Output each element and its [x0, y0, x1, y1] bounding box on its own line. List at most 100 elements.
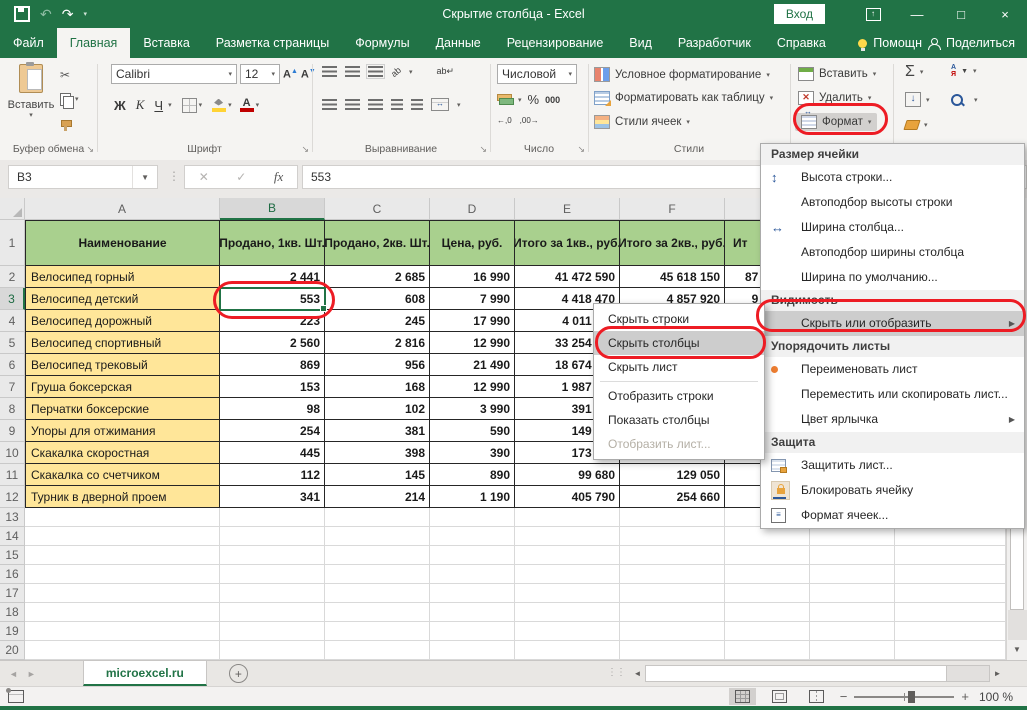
- column-header-E[interactable]: E: [515, 198, 620, 220]
- tab-разметка-страницы[interactable]: Разметка страницы: [203, 28, 342, 58]
- align-right-icon[interactable]: [368, 99, 383, 110]
- grow-font-icon[interactable]: A▲: [283, 68, 298, 81]
- orientation-icon[interactable]: ab: [389, 64, 403, 78]
- cell-A1[interactable]: Наименование: [25, 220, 220, 266]
- increase-decimal-icon[interactable]: ←,0: [497, 116, 512, 125]
- sheet-prev-icon[interactable]: ◄: [0, 669, 27, 679]
- cell-D9[interactable]: 590: [430, 420, 515, 442]
- cell-D12[interactable]: 1 190: [430, 486, 515, 508]
- cancel-icon[interactable]: ✕: [199, 170, 209, 184]
- cell-G18[interactable]: [725, 603, 810, 622]
- maximize-icon[interactable]: □: [939, 0, 983, 28]
- number-dialog-launcher-icon[interactable]: ↘: [577, 144, 585, 155]
- cell-A2[interactable]: Велосипед горный: [25, 266, 220, 288]
- close-icon[interactable]: ×: [983, 0, 1027, 28]
- conditional-formatting-button[interactable]: Условное форматирование▾: [594, 67, 770, 82]
- column-header-F[interactable]: F: [620, 198, 725, 220]
- cell-F19[interactable]: [620, 622, 725, 641]
- cell-H20[interactable]: [810, 641, 895, 660]
- decrease-indent-icon[interactable]: [391, 99, 403, 110]
- cell-B16[interactable]: [220, 565, 325, 584]
- comma-style-icon[interactable]: 000: [545, 95, 560, 105]
- qat-customize-icon[interactable]: ▾: [83, 10, 87, 18]
- cell-E16[interactable]: [515, 565, 620, 584]
- cell-A4[interactable]: Велосипед дорожный: [25, 310, 220, 332]
- row-header-13[interactable]: 13: [0, 508, 25, 527]
- underline-caret-icon[interactable]: ▾: [168, 101, 172, 109]
- cell-A5[interactable]: Велосипед спортивный: [25, 332, 220, 354]
- cell-C15[interactable]: [325, 546, 430, 565]
- tab-формулы[interactable]: Формулы: [342, 28, 422, 58]
- cell-D2[interactable]: 16 990: [430, 266, 515, 288]
- percent-style-icon[interactable]: %: [528, 92, 540, 107]
- cell-F20[interactable]: [620, 641, 725, 660]
- row-header-15[interactable]: 15: [0, 546, 25, 565]
- zoom-slider[interactable]: [854, 696, 954, 698]
- format-menu-item[interactable]: Формат ячеек...≡: [761, 503, 1024, 528]
- row-header-16[interactable]: 16: [0, 565, 25, 584]
- cell-B4[interactable]: 223: [220, 310, 325, 332]
- row-header-14[interactable]: 14: [0, 527, 25, 546]
- cell-B11[interactable]: 112: [220, 464, 325, 486]
- cell-H15[interactable]: [810, 546, 895, 565]
- submenu-item[interactable]: Скрыть лист: [594, 355, 764, 379]
- cell-H16[interactable]: [810, 565, 895, 584]
- assistant-label[interactable]: Помощн: [873, 36, 922, 50]
- cell-F1[interactable]: Итого за 2кв., руб.: [620, 220, 725, 266]
- italic-button[interactable]: К: [131, 96, 150, 114]
- cell-B12[interactable]: 341: [220, 486, 325, 508]
- cell-D14[interactable]: [430, 527, 515, 546]
- cell-I18[interactable]: [895, 603, 1006, 622]
- row-header-18[interactable]: 18: [0, 603, 25, 622]
- cell-B5[interactable]: 2 560: [220, 332, 325, 354]
- row-header-8[interactable]: 8: [0, 398, 25, 420]
- copy-icon[interactable]: ▾: [60, 88, 90, 110]
- cell-B20[interactable]: [220, 641, 325, 660]
- align-center-icon[interactable]: [345, 99, 360, 110]
- row-header-3[interactable]: 3: [0, 288, 25, 310]
- cell-D1[interactable]: Цена, руб.: [430, 220, 515, 266]
- cell-C12[interactable]: 214: [325, 486, 430, 508]
- cell-H17[interactable]: [810, 584, 895, 603]
- cell-C18[interactable]: [325, 603, 430, 622]
- clear-button[interactable]: ▾: [905, 120, 928, 130]
- cut-icon[interactable]: ✂: [60, 64, 90, 86]
- cell-F2[interactable]: 45 618 150: [620, 266, 725, 288]
- cell-D3[interactable]: 7 990: [430, 288, 515, 310]
- cell-G15[interactable]: [725, 546, 810, 565]
- cell-G20[interactable]: [725, 641, 810, 660]
- cell-E1[interactable]: Итого за 1кв., руб.: [515, 220, 620, 266]
- row-header-19[interactable]: 19: [0, 622, 25, 641]
- cell-C1[interactable]: Продано, 2кв. Шт.: [325, 220, 430, 266]
- cell-I16[interactable]: [895, 565, 1006, 584]
- cell-B6[interactable]: 869: [220, 354, 325, 376]
- underline-button[interactable]: Ч: [149, 97, 168, 114]
- cell-C8[interactable]: 102: [325, 398, 430, 420]
- cell-D11[interactable]: 890: [430, 464, 515, 486]
- cell-D16[interactable]: [430, 565, 515, 584]
- format-menu-item[interactable]: Переименовать лист: [761, 357, 1024, 382]
- cell-C7[interactable]: 168: [325, 376, 430, 398]
- row-header-9[interactable]: 9: [0, 420, 25, 442]
- format-menu-item[interactable]: Автоподбор ширины столбца: [761, 240, 1024, 265]
- merge-center-icon[interactable]: ↔: [431, 98, 449, 111]
- cell-C19[interactable]: [325, 622, 430, 641]
- cell-C3[interactable]: 608: [325, 288, 430, 310]
- cell-D20[interactable]: [430, 641, 515, 660]
- column-header-B[interactable]: B: [220, 198, 325, 220]
- cell-A20[interactable]: [25, 641, 220, 660]
- page-layout-view-button[interactable]: [766, 688, 793, 705]
- cell-A9[interactable]: Упоры для отжимания: [25, 420, 220, 442]
- page-break-view-button[interactable]: [803, 688, 830, 705]
- cell-A13[interactable]: [25, 508, 220, 527]
- cell-A17[interactable]: [25, 584, 220, 603]
- cell-I20[interactable]: [895, 641, 1006, 660]
- format-menu-item[interactable]: Ширина столбца...↔: [761, 215, 1024, 240]
- horizontal-scrollbar[interactable]: ◄ ►: [630, 664, 1005, 683]
- row-header-4[interactable]: 4: [0, 310, 25, 332]
- row-header-7[interactable]: 7: [0, 376, 25, 398]
- row-header-12[interactable]: 12: [0, 486, 25, 508]
- select-all-corner[interactable]: [0, 198, 25, 220]
- cell-B14[interactable]: [220, 527, 325, 546]
- cell-A8[interactable]: Перчатки боксерские: [25, 398, 220, 420]
